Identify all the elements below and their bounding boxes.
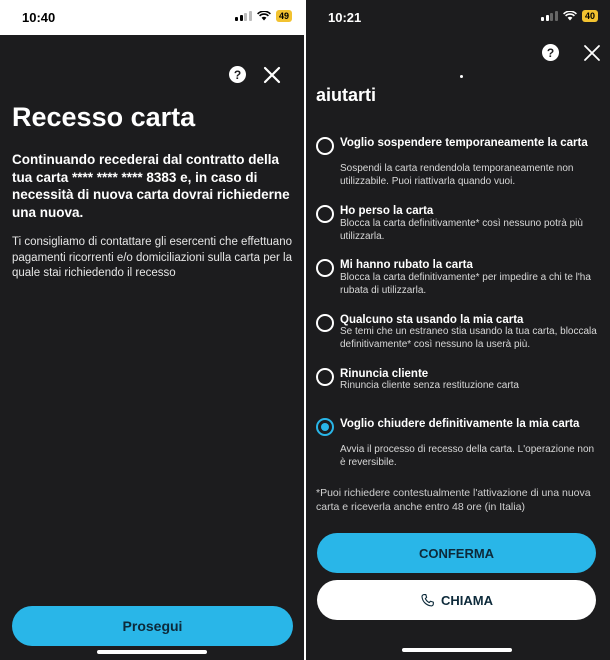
body-text: Ti consigliamo di contattare gli esercen… <box>12 236 292 279</box>
option-title: Ho perso la carta <box>340 205 434 217</box>
left-screen: 10:40 49 ? Recesso carta Continuando rec… <box>0 0 304 660</box>
footnote: *Puoi richiedere contestualmente l'attiv… <box>316 487 591 513</box>
status-time: 10:21 <box>328 10 362 25</box>
page-title: Recesso carta <box>12 102 196 132</box>
status-icons: 40 <box>541 10 598 22</box>
radio-button[interactable] <box>316 137 334 155</box>
option-title: Voglio sospendere temporaneamente la car… <box>340 137 588 149</box>
option-title: Qualcuno sta usando la mia carta <box>340 314 524 326</box>
call-label: CHIAMA <box>441 592 493 608</box>
option-description: Blocca la carta definitivamente* così ne… <box>340 218 583 242</box>
close-icon[interactable] <box>263 66 281 84</box>
option-description: Sospendi la carta rendendola temporaneam… <box>340 163 574 187</box>
option-description: Avvia il processo di recesso della carta… <box>340 444 595 468</box>
continue-button[interactable]: Prosegui <box>12 606 293 646</box>
home-indicator <box>402 648 512 652</box>
right-screen: 10:21 40 ? aiutarti Voglio sospendere te… <box>306 0 610 660</box>
option-description: Blocca la carta definitivamente* per imp… <box>340 272 591 296</box>
radio-button[interactable] <box>316 205 334 223</box>
radio-button-selected[interactable] <box>316 418 334 436</box>
status-bar: 10:21 40 <box>306 0 610 35</box>
scroll-dot <box>460 75 463 78</box>
battery-icon: 49 <box>275 10 292 22</box>
call-button[interactable]: CHIAMA <box>317 580 596 620</box>
radio-button[interactable] <box>316 259 334 277</box>
home-indicator <box>97 650 207 654</box>
signal-icon <box>541 11 558 21</box>
status-time: 10:40 <box>22 10 56 25</box>
option-description: Se temi che un estraneo stia usando la t… <box>340 326 597 350</box>
wifi-icon <box>257 11 271 21</box>
option-description: Rinuncia cliente senza restituzione cart… <box>340 380 519 391</box>
battery-icon: 40 <box>581 10 598 22</box>
status-icons: 49 <box>235 10 292 22</box>
radio-button[interactable] <box>316 314 334 332</box>
help-icon[interactable]: ? <box>229 66 246 83</box>
lead-text: Continuando recederai dal contratto dell… <box>12 152 290 220</box>
close-icon[interactable] <box>583 44 601 62</box>
confirm-button[interactable]: CONFERMA <box>317 533 596 573</box>
phone-icon <box>421 593 434 606</box>
page-title: aiutarti <box>316 85 377 105</box>
help-icon[interactable]: ? <box>542 44 559 61</box>
option-title: Mi hanno rubato la carta <box>340 259 473 271</box>
radio-button[interactable] <box>316 368 334 386</box>
wifi-icon <box>563 11 577 21</box>
signal-icon <box>235 11 252 21</box>
option-title: Rinuncia cliente <box>340 368 429 380</box>
status-bar: 10:40 49 <box>0 0 304 35</box>
option-title: Voglio chiudere definitivamente la mia c… <box>340 418 580 430</box>
